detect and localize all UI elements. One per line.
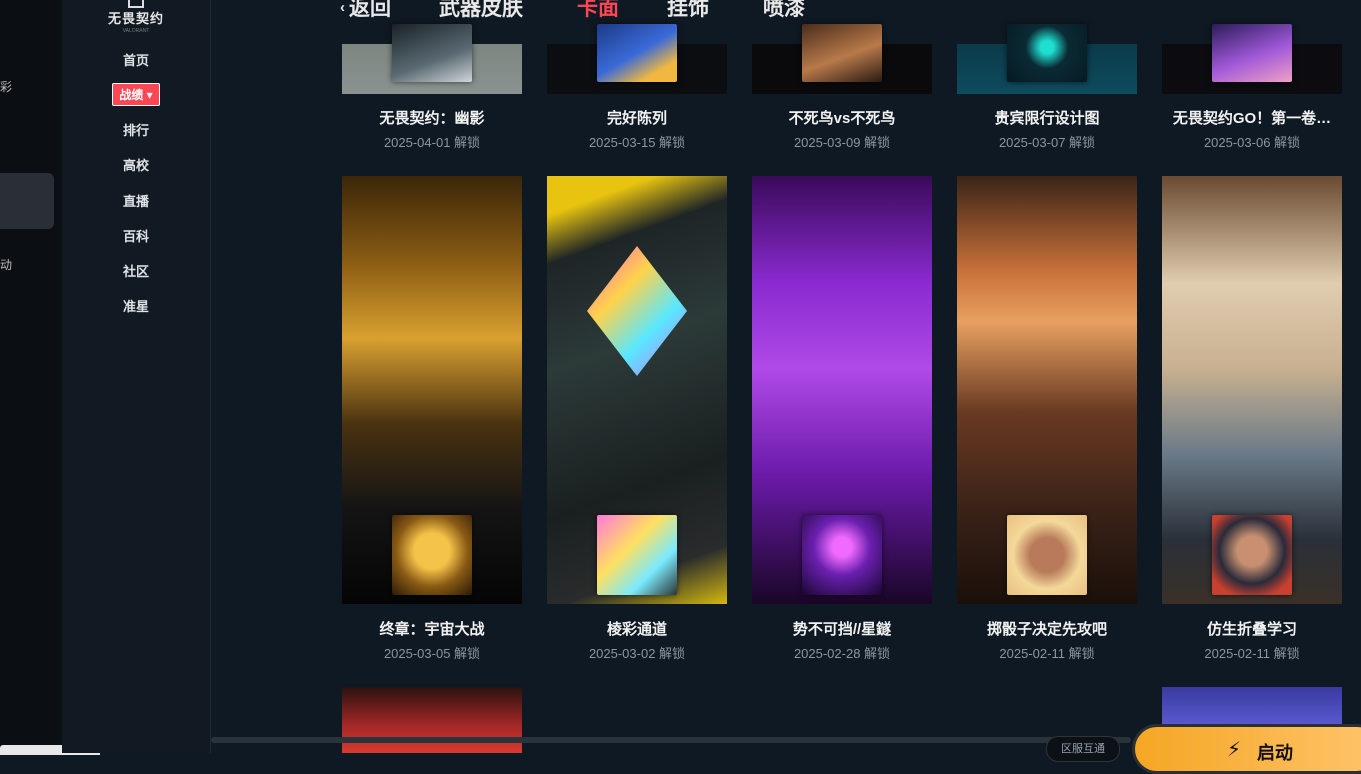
card-unlock-date: 2025-03-07 解锁 [998,135,1096,150]
chevron-down-icon: ▾ [146,88,153,102]
card-name: 棱彩通道 [606,621,667,638]
launch-button[interactable]: ⚡ 启动 [1132,724,1361,774]
category-tabs: ‹ 返回 武器皮肤 卡面 挂饰 喷漆 [340,0,859,22]
nav-item-college[interactable]: 高校 [62,155,210,174]
left-strip-selected-item[interactable] [0,173,54,229]
card-thumbnail [1212,515,1292,595]
nav-item-live[interactable]: 直播 [62,191,210,210]
left-strip: 彩 动 [0,0,100,755]
chevron-left-icon: ‹ [340,0,345,16]
lightning-icon: ⚡ [1227,739,1242,761]
card-name: 终章：宇宙大战 [379,621,485,638]
card-thumbnail [392,515,472,595]
back-button[interactable]: ‹ 返回 [340,0,391,22]
card-thumbnail [597,24,677,82]
nav-item-record-label: 战绩 [119,88,144,102]
nav-item-record-pill: 战绩 ▾ [112,83,160,106]
card-unlock-date: 2025-03-05 解锁 [383,646,481,661]
logo-subtext: VALORANT [122,28,150,34]
sidebar-nav: 无畏契约 VALORANT 首页 战绩 ▾ 排行 高校 直播 百科 社区 准星 [62,0,211,753]
card-name: 不死鸟vs不死鸟 [788,110,896,127]
nav-item-home[interactable]: 首页 [62,50,210,69]
card-name: 完好陈列 [606,110,667,127]
card-art [342,687,522,753]
logo-text: 无畏契约 [107,11,164,26]
card-name: 势不可挡//星鐩 [792,621,892,638]
card-unlock-date: 2025-02-11 解锁 [999,646,1095,661]
valorant-logo-icon [128,0,144,8]
card-unlock-date: 2025-02-28 解锁 [793,646,891,661]
card-name: 无畏契约GO！第一卷… [1172,110,1332,127]
launch-button-label: 启动 [1257,743,1293,763]
app-logo[interactable]: 无畏契约 VALORANT [62,0,210,34]
card-thumbnail [392,24,472,82]
nav-item-community[interactable]: 社区 [62,261,210,280]
card-thumbnail [802,24,882,82]
nav-item-record[interactable]: 战绩 ▾ [62,83,210,106]
card-unlock-date: 2025-03-06 解锁 [1203,135,1301,150]
left-strip-text-bottom: 动 [0,258,13,272]
card-name: 仿生折叠学习 [1206,621,1297,638]
left-strip-text-top: 彩 [0,80,13,94]
nav-item-wiki[interactable]: 百科 [62,226,210,245]
card-thumbnail [802,515,882,595]
card-name: 贵宾限行设计图 [994,110,1100,127]
card-thumbnail [597,515,677,595]
tab-player-cards[interactable]: 卡面 [577,0,619,22]
card-unlock-date: 2025-03-02 解锁 [588,646,686,661]
tab-weapon-skins[interactable]: 武器皮肤 [439,0,523,22]
tab-sprays[interactable]: 喷漆 [763,0,805,22]
card-name: 掷骰子决定先攻吧 [986,621,1107,638]
card-unlock-date: 2025-04-01 解锁 [383,135,481,150]
card-thumbnail [1212,24,1292,82]
card-unlock-date: 2025-02-11 解锁 [1204,646,1300,661]
region-badge[interactable]: 区服互通 [1046,736,1120,762]
back-button-label: 返回 [349,0,391,20]
card-thumbnail [1007,24,1087,82]
horizontal-scrollbar[interactable] [211,737,1131,743]
card-unlock-date: 2025-03-09 解锁 [793,135,891,150]
nav-item-crosshair[interactable]: 准星 [62,296,210,315]
card-name: 无畏契约：幽影 [379,110,485,127]
card-thumbnail [1007,515,1087,595]
tab-charms[interactable]: 挂饰 [667,0,709,22]
card-unlock-date: 2025-03-15 解锁 [588,135,686,150]
nav-item-ranking[interactable]: 排行 [62,120,210,139]
